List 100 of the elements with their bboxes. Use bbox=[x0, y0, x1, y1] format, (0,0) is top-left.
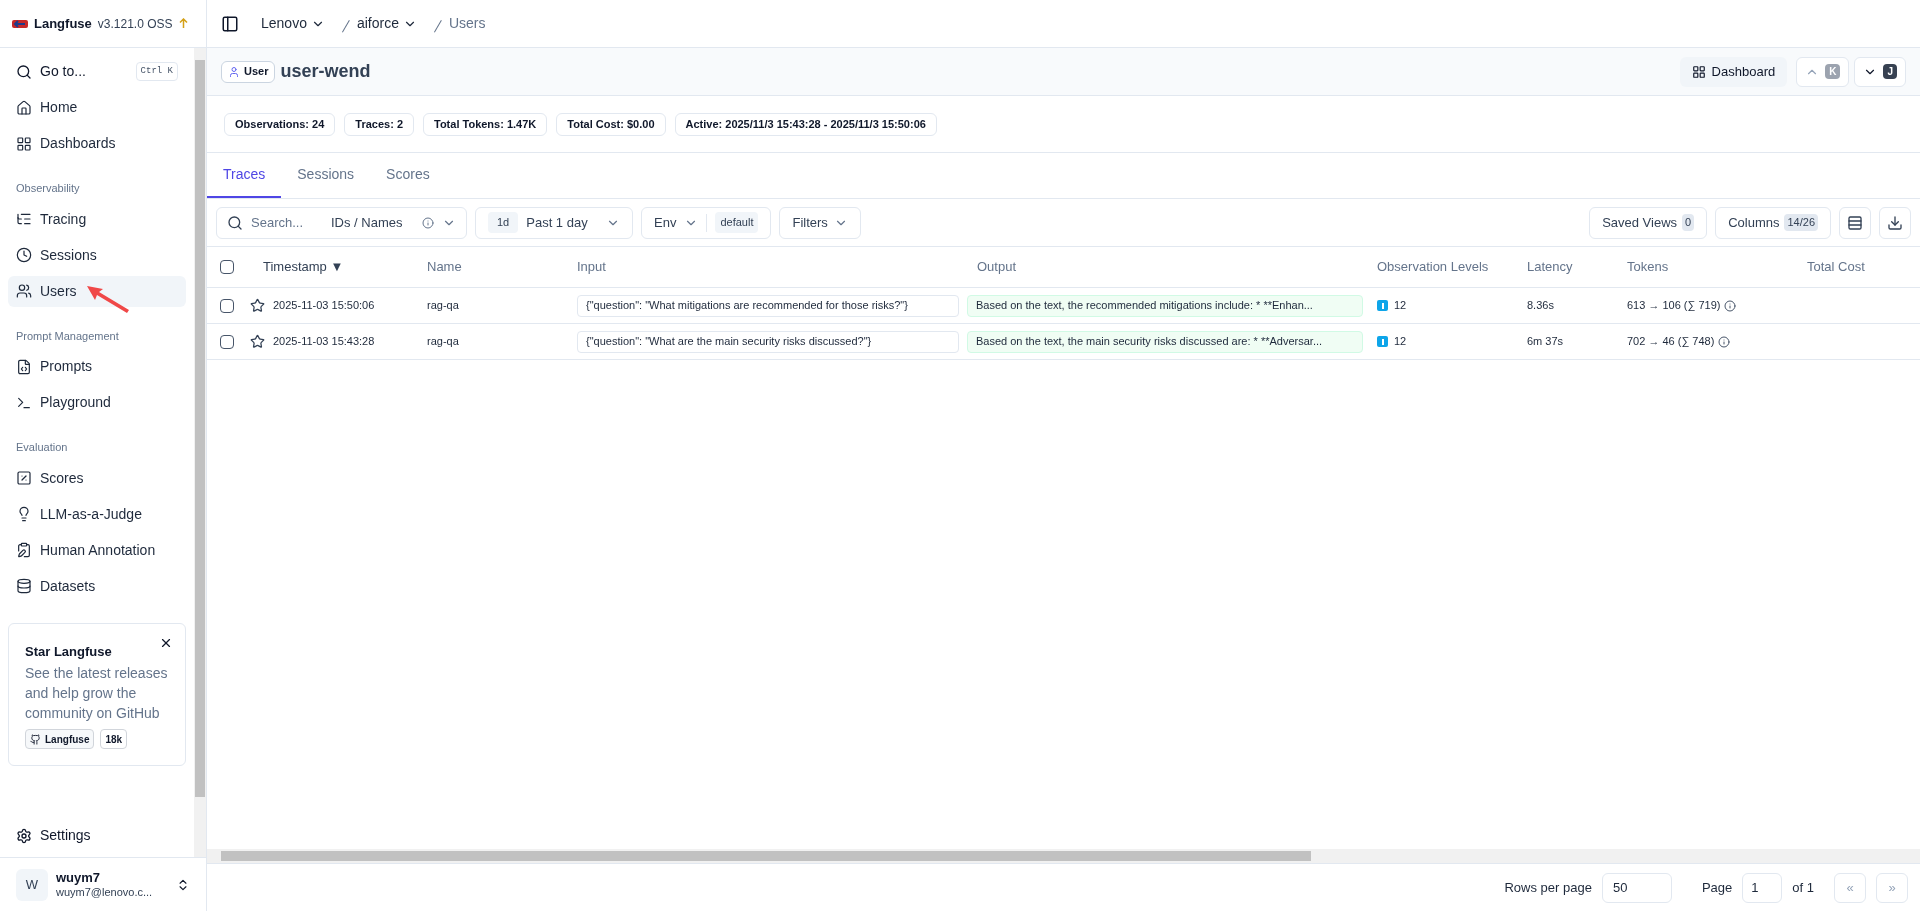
output-preview: Based on the text, the recommended mitigations include: * **Enhan... bbox=[967, 294, 1363, 317]
arrow-annotation bbox=[85, 284, 131, 314]
table-cell-text: 12 bbox=[1394, 298, 1407, 314]
version-label: v3.121.0 OSS bbox=[97, 15, 173, 33]
input-preview: {"question": "What are the main security risks discussed?"} bbox=[577, 330, 959, 353]
columns-button[interactable]: Columns 14/26 bbox=[1715, 206, 1831, 239]
github-button[interactable]: Langfuse bbox=[25, 729, 95, 749]
sidebar-item[interactable]: Sessions bbox=[8, 239, 186, 271]
environment-select[interactable]: Env default bbox=[641, 206, 772, 239]
stat-badge: Total Tokens: 1.47K bbox=[423, 112, 548, 136]
next-button[interactable]: J bbox=[1854, 56, 1906, 87]
github-icon bbox=[30, 733, 41, 745]
sidebar-item[interactable]: Datasets bbox=[8, 570, 186, 602]
sidebar-toggle-icon[interactable] bbox=[221, 14, 239, 33]
tab[interactable]: Scores bbox=[370, 153, 446, 198]
page-total: of 1 bbox=[1792, 878, 1814, 897]
nav-icon bbox=[16, 578, 32, 594]
date-range-select[interactable]: 1d Past 1 day bbox=[475, 206, 633, 239]
sidebar-item[interactable]: Prompts bbox=[8, 351, 186, 382]
sidebar-item[interactable]: Tracing bbox=[8, 203, 186, 235]
stat-badge: Traces: 2 bbox=[344, 112, 414, 136]
column-header[interactable]: Timestamp ▼ bbox=[263, 259, 344, 275]
table-cell-text: 2025-11-03 15:50:06 bbox=[273, 298, 375, 314]
search-field[interactable]: Search... IDs / Names bbox=[216, 206, 467, 239]
nav-icon bbox=[16, 470, 32, 486]
tab[interactable]: Traces bbox=[207, 153, 282, 198]
sidebar-item[interactable]: LLM-as-a-Judge bbox=[8, 498, 186, 530]
nav-icon bbox=[16, 542, 32, 558]
nav-icon bbox=[16, 506, 32, 522]
rows-per-page-label: Rows per page bbox=[1504, 878, 1592, 897]
nav-icon bbox=[16, 247, 32, 263]
table-cell: rag-qa bbox=[427, 299, 459, 312]
star-count[interactable]: 18k bbox=[100, 729, 128, 749]
info-icon bbox=[1724, 299, 1737, 312]
page-label: Page bbox=[1701, 878, 1733, 897]
brand-name: Langfuse bbox=[34, 14, 92, 33]
promo-text: See the latest releases and help grow the community on GitHub bbox=[25, 664, 169, 723]
checkbox[interactable] bbox=[220, 334, 234, 349]
count-badge: 14/26 bbox=[1784, 214, 1818, 231]
column-header[interactable]: Total Cost bbox=[1807, 259, 1865, 275]
info-icon bbox=[422, 216, 434, 229]
info-level-icon bbox=[1377, 300, 1388, 311]
star-icon[interactable] bbox=[250, 334, 265, 349]
search-icon bbox=[16, 63, 32, 80]
info-level-icon bbox=[1377, 336, 1388, 347]
goto-button[interactable]: Go to... Ctrl K bbox=[8, 56, 186, 87]
scrollbar[interactable] bbox=[194, 48, 206, 857]
column-header[interactable]: Name bbox=[427, 259, 462, 275]
saved-views-button[interactable]: Saved Views 0 bbox=[1589, 206, 1708, 239]
page-input[interactable]: 1 bbox=[1742, 872, 1783, 903]
row-height-button[interactable] bbox=[1839, 206, 1871, 239]
stat-badge: Observations: 24 bbox=[224, 112, 336, 136]
sidebar-item[interactable]: Playground bbox=[8, 387, 186, 418]
section-heading: Evaluation bbox=[15, 440, 69, 455]
sidebar-item[interactable]: Users bbox=[8, 275, 186, 307]
dashboard-button[interactable]: Dashboard bbox=[1679, 56, 1788, 87]
tab[interactable]: Sessions bbox=[281, 153, 371, 198]
input-preview: {"question": "What mitigations are recommended for those risks?"} bbox=[577, 294, 959, 317]
update-arrow-icon bbox=[178, 18, 188, 29]
filters-button[interactable]: Filters bbox=[779, 206, 861, 239]
dashboard-icon bbox=[1691, 64, 1706, 79]
star-icon[interactable] bbox=[250, 298, 265, 313]
table-cell: 8.36s bbox=[1527, 299, 1554, 312]
nav-icon bbox=[16, 135, 32, 152]
checkbox[interactable] bbox=[220, 298, 234, 313]
logo-icon bbox=[12, 18, 28, 29]
settings-item[interactable]: Settings bbox=[8, 820, 186, 851]
sidebar-item[interactable]: Dashboards bbox=[8, 128, 186, 159]
rows-icon bbox=[1847, 214, 1863, 231]
promo-title: Star Langfuse bbox=[25, 642, 113, 661]
checkbox[interactable] bbox=[220, 260, 234, 274]
table-cell: rag-qa bbox=[427, 335, 459, 348]
column-header[interactable]: Latency bbox=[1527, 259, 1573, 275]
breadcrumb-item[interactable]: aiforce bbox=[356, 13, 417, 34]
search-mode[interactable]: IDs / Names bbox=[331, 212, 414, 233]
sidebar-item[interactable]: Scores bbox=[8, 462, 186, 494]
table-cell: 6m 37s bbox=[1527, 335, 1564, 348]
column-header[interactable]: Input bbox=[577, 259, 606, 275]
breadcrumb-item[interactable]: Lenovo bbox=[261, 13, 325, 34]
range-short: 1d bbox=[488, 212, 519, 233]
rows-per-page-select[interactable]: 50 bbox=[1601, 872, 1672, 903]
sidebar-item[interactable]: Human Annotation bbox=[8, 534, 186, 566]
column-header[interactable]: Tokens bbox=[1627, 259, 1669, 275]
table-cell-text: 2025-11-03 15:43:28 bbox=[273, 334, 375, 350]
download-button[interactable] bbox=[1879, 206, 1911, 239]
settings-icon bbox=[16, 827, 32, 844]
nav-icon bbox=[16, 358, 32, 375]
section-heading: Prompt Management bbox=[15, 328, 120, 344]
breadcrumb-item[interactable]: Users bbox=[448, 13, 486, 34]
table-cell-text: 613 → 106 (∑ 719) bbox=[1627, 298, 1721, 314]
sidebar-item[interactable]: Home bbox=[8, 92, 186, 123]
column-header[interactable]: Output bbox=[977, 259, 1017, 275]
shortcut-key: Ctrl K bbox=[135, 61, 178, 82]
horizontal-scrollbar[interactable] bbox=[207, 849, 1920, 863]
key-hint: J bbox=[1883, 64, 1897, 79]
download-icon bbox=[1887, 214, 1903, 231]
avatar: W bbox=[16, 868, 48, 901]
output-preview: Based on the text, the main security risks discussed are: * **Adversar... bbox=[967, 330, 1363, 353]
stat-badge: Active: 2025/11/3 15:43:28 - 2025/11/3 15:50:06 bbox=[674, 112, 937, 136]
column-header[interactable]: Observation Levels bbox=[1377, 259, 1489, 275]
